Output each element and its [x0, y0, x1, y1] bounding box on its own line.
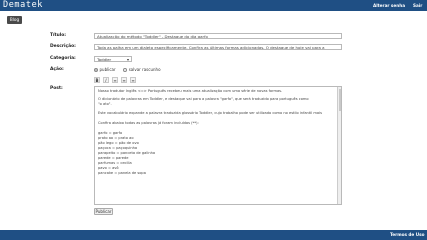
- editor-line: parfumas = cecilia: [98, 161, 132, 165]
- scrollbar-thumb[interactable]: [338, 89, 341, 111]
- chevron-down-icon: [127, 58, 129, 61]
- category-select[interactable]: Toddler: [94, 56, 132, 62]
- change-password-link[interactable]: Alterar senha: [373, 0, 405, 11]
- italic-button[interactable]: I: [103, 77, 109, 83]
- draft-radio[interactable]: [123, 67, 128, 72]
- editor-toolbar: B I ≡ ≡ ≡: [94, 77, 342, 84]
- action-label: Ação:: [50, 67, 64, 72]
- top-navbar: Dematek Alterar senha Sair: [0, 0, 427, 11]
- post-label: Post:: [50, 86, 63, 91]
- editor-line: Nosso tradutor Inglês <=> Português rece…: [98, 89, 283, 93]
- editor-line: prato ao = prato ao: [98, 136, 134, 140]
- action-radio-group: publicar salvar rascunho: [94, 67, 161, 73]
- align-center-button[interactable]: ≡: [121, 77, 127, 83]
- publish-radio-label: publicar: [99, 67, 116, 72]
- align-left-button[interactable]: ≡: [112, 77, 118, 83]
- editor-line: pão lego = pão de ovo: [98, 141, 139, 145]
- editor-line: parede = parede: [98, 156, 129, 160]
- post-editor[interactable]: Nosso tradutor Inglês <=> Português rece…: [94, 86, 342, 205]
- editor-line: O dicionário de palavras em Toddler, e d…: [98, 97, 309, 101]
- editor-line: garfo = garfo: [98, 131, 123, 135]
- editor-line: paçoca = paçoquinha: [98, 146, 138, 150]
- category-label: Categoria:: [50, 56, 76, 61]
- editor-line: "o ato".: [98, 102, 112, 106]
- title-label: Título:: [50, 33, 67, 38]
- footer: Termos de Uso: [0, 230, 427, 240]
- title-input[interactable]: Atualização do método "Toddler" - Destaq…: [94, 33, 342, 39]
- editor-scrollbar[interactable]: [337, 87, 341, 204]
- logout-link[interactable]: Sair: [413, 0, 422, 11]
- editor-line: pavo = avô: [98, 166, 119, 170]
- bold-button[interactable]: B: [94, 77, 100, 83]
- align-right-button[interactable]: ≡: [130, 77, 136, 83]
- editor-line: pancake = panela de sopa: [98, 171, 146, 175]
- editor-line: parapeito = panceta de galinha: [98, 151, 156, 155]
- blog-tab[interactable]: Blog: [7, 16, 22, 24]
- brand-logo[interactable]: Dematek: [3, 0, 43, 11]
- editor-line: Este vocabulário expande a palavra tradu…: [98, 111, 322, 115]
- terms-of-use-link[interactable]: Termos de Uso: [390, 230, 424, 240]
- category-selected-value: Toddler: [97, 57, 112, 62]
- publish-radio[interactable]: [94, 67, 98, 72]
- description-input[interactable]: Toda as palha em um dialeto específicame…: [94, 44, 342, 50]
- publish-button[interactable]: Publicar: [94, 208, 113, 215]
- editor-line: Confira abaixo todas as palavras já fora…: [98, 121, 199, 125]
- description-label: Descrição:: [50, 44, 76, 49]
- draft-radio-label: salvar rascunho: [128, 67, 161, 72]
